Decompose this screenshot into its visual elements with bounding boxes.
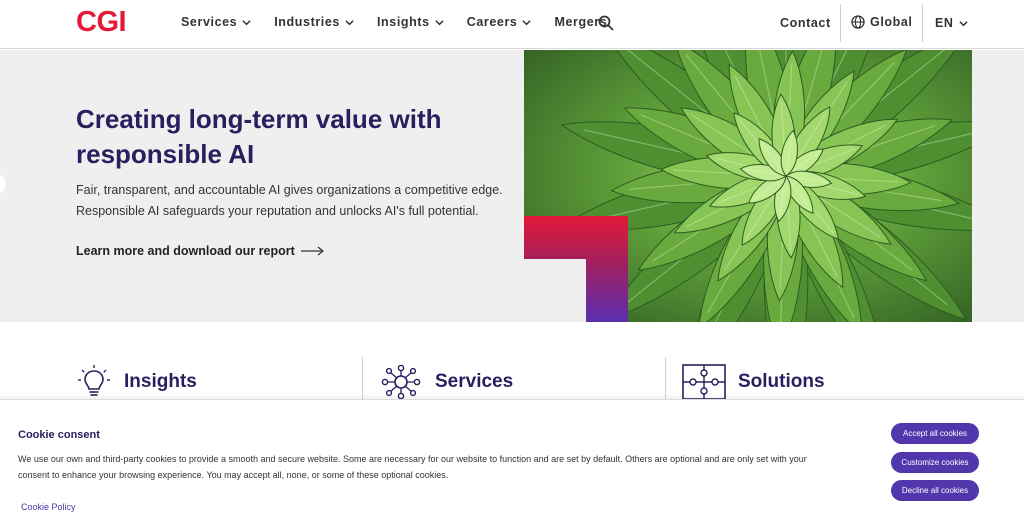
- global-selector[interactable]: Global: [851, 15, 913, 29]
- header-divider: [922, 4, 923, 42]
- nav-careers[interactable]: Careers: [467, 15, 532, 29]
- feature-solutions[interactable]: Solutions: [682, 364, 825, 400]
- chevron-down-icon: [522, 19, 532, 25]
- hero-description: Fair, transparent, and accountable AI gi…: [76, 183, 503, 218]
- hero-accent-cutout: [524, 259, 586, 322]
- nav-services-label: Services: [181, 15, 238, 29]
- cookie-title: Cookie consent: [18, 429, 100, 441]
- hero-cta-link[interactable]: Learn more and download our report: [76, 244, 325, 258]
- chevron-down-icon: [435, 19, 444, 25]
- language-label: EN: [935, 16, 954, 30]
- network-icon: [381, 364, 421, 400]
- feature-divider: [362, 357, 363, 400]
- features-row: Insights Services Solutions: [0, 322, 1024, 400]
- customize-cookies-button[interactable]: Customize cookies: [891, 452, 979, 473]
- feature-services-label: Services: [435, 371, 514, 392]
- cookie-policy-link[interactable]: Cookie Policy: [21, 502, 76, 512]
- nav-industries[interactable]: Industries: [274, 15, 354, 29]
- puzzle-icon: [682, 364, 726, 400]
- global-label: Global: [870, 15, 913, 29]
- feature-services[interactable]: Services: [379, 364, 513, 400]
- feature-divider: [665, 357, 666, 400]
- cgi-logo[interactable]: CGI: [76, 6, 127, 39]
- nav-services[interactable]: Services: [181, 15, 251, 29]
- language-selector[interactable]: EN: [935, 16, 968, 30]
- page: CGI Services Industries Insights Careers…: [0, 0, 1024, 512]
- nav-insights[interactable]: Insights: [377, 15, 444, 29]
- hero-cta-label: Learn more and download our report: [76, 244, 295, 258]
- site-header: CGI Services Industries Insights Careers…: [0, 0, 1024, 49]
- feature-solutions-label: Solutions: [738, 371, 825, 392]
- search-icon[interactable]: [598, 15, 614, 31]
- accept-all-cookies-button[interactable]: Accept all cookies: [891, 423, 979, 444]
- hero-title: Creating long-term value with responsibl…: [76, 104, 442, 169]
- cookie-text: We use our own and third-party cookies t…: [18, 454, 807, 480]
- header-divider: [840, 4, 841, 42]
- main-nav: Services Industries Insights Careers Mer…: [181, 15, 607, 29]
- chevron-down-icon: [242, 19, 251, 25]
- contact-link[interactable]: Contact: [780, 16, 831, 30]
- chevron-down-icon: [958, 20, 968, 26]
- carousel-prev-handle[interactable]: [0, 175, 6, 193]
- feature-insights[interactable]: Insights: [76, 364, 197, 400]
- feature-insights-label: Insights: [124, 371, 197, 392]
- lightbulb-icon: [78, 365, 110, 396]
- hero-right-margin: [972, 50, 1024, 322]
- cookie-consent-banner: Cookie consent We use our own and third-…: [0, 399, 1024, 512]
- chevron-down-icon: [345, 19, 354, 25]
- decline-all-cookies-button[interactable]: Decline all cookies: [891, 480, 979, 501]
- globe-icon: [851, 15, 865, 29]
- nav-careers-label: Careers: [466, 15, 518, 29]
- nav-industries-label: Industries: [274, 15, 340, 29]
- arrow-right-icon: [300, 246, 324, 256]
- nav-insights-label: Insights: [376, 15, 430, 29]
